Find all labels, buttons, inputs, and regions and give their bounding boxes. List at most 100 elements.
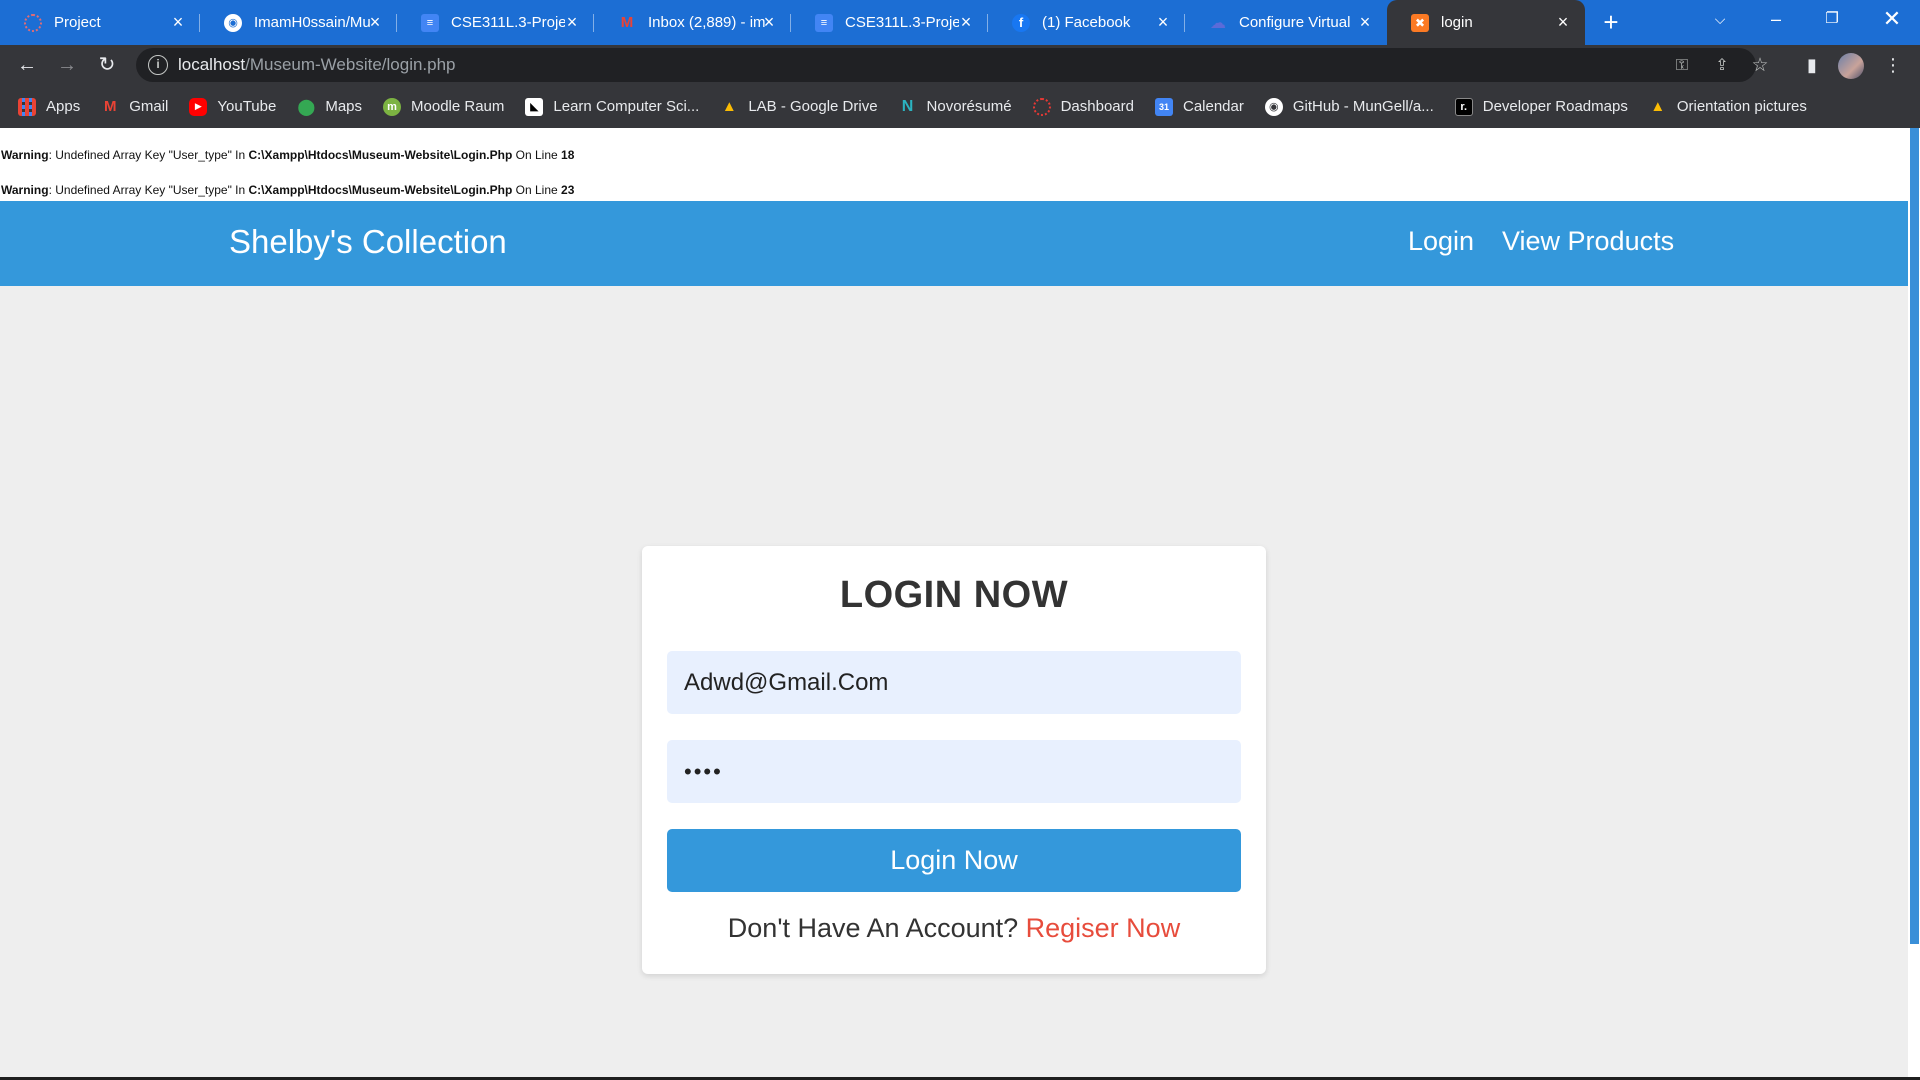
browser-toolbar: ← → ↻ i localhost/Museum-Website/login.p…: [0, 45, 1920, 85]
google-docs-icon: ≡: [815, 13, 833, 32]
site-logo[interactable]: Shelby's Collection: [229, 223, 507, 261]
address-bar[interactable]: i localhost/Museum-Website/login.php ⚿ ⇪…: [136, 48, 1769, 82]
bookmark-apps[interactable]: Apps: [18, 97, 80, 116]
novoresume-icon: N: [901, 97, 914, 115]
close-icon[interactable]: ×: [166, 10, 190, 34]
back-icon[interactable]: ←: [12, 50, 42, 80]
tab-label: login: [1441, 14, 1473, 31]
bookmark-label: Developer Roadmaps: [1482, 98, 1628, 115]
close-icon[interactable]: ×: [1151, 10, 1175, 34]
close-icon[interactable]: ×: [1353, 10, 1377, 34]
bookmark-dashboard[interactable]: Dashboard: [1032, 97, 1134, 116]
warning-label: Warning: [1, 148, 49, 162]
page-scrollbar[interactable]: [1908, 128, 1920, 1077]
register-prompt: Don't Have An Account? Regiser Now: [642, 913, 1266, 944]
close-icon[interactable]: ×: [560, 10, 584, 34]
apps-grid-icon: [18, 97, 36, 116]
bookmark-label: Moodle Raum: [411, 98, 505, 115]
register-link[interactable]: Regiser Now: [1026, 913, 1181, 943]
key-icon[interactable]: ⚿: [1669, 53, 1695, 79]
form-title: LOGIN NOW: [839, 574, 1069, 616]
warning-line: 18: [561, 148, 575, 162]
bookmark-label: Maps: [325, 98, 363, 115]
avatar[interactable]: [1838, 53, 1864, 79]
bookmark-label: LAB - Google Drive: [748, 98, 878, 115]
tab-1[interactable]: ◉ ImamH0ssain/Mu ×: [200, 0, 397, 45]
bookmark-moodle[interactable]: m Moodle Raum: [383, 97, 505, 116]
bookmark-maps[interactable]: ⬤ Maps: [297, 98, 362, 116]
tab-label: Configure Virtual: [1239, 14, 1351, 31]
bookmark-roadmaps[interactable]: r. Developer Roadmaps: [1454, 97, 1628, 116]
share-icon[interactable]: ⇪: [1709, 53, 1735, 79]
google-drive-icon: ▲: [721, 98, 737, 115]
restore-icon[interactable]: ❐: [1804, 0, 1860, 40]
url-path: /Museum-Website/login.php: [245, 55, 456, 74]
close-window-icon[interactable]: ✕: [1864, 0, 1920, 40]
scrollbar-thumb[interactable]: [1910, 128, 1919, 944]
email-field[interactable]: [667, 651, 1241, 714]
tab-label: CSE311L.3-Projec: [451, 14, 565, 31]
minimize-icon[interactable]: –: [1748, 0, 1804, 40]
tab-4[interactable]: ≡ CSE311L.3-Projec ×: [791, 0, 988, 45]
close-icon[interactable]: ×: [757, 10, 781, 34]
url-text[interactable]: localhost/Museum-Website/login.php: [178, 55, 456, 75]
tab-7-active[interactable]: ✖ login ×: [1387, 0, 1585, 45]
tab-label: Project: [54, 14, 101, 31]
close-icon[interactable]: ×: [954, 10, 978, 34]
bookmark-label: Orientation pictures: [1676, 98, 1807, 115]
tab-label: (1) Facebook: [1042, 14, 1131, 31]
xampp-icon: ✖: [1411, 13, 1429, 32]
gmail-icon: M: [620, 14, 634, 31]
bookmark-youtube[interactable]: ▶ YouTube: [189, 97, 276, 116]
bookmarks-bar: Apps M Gmail ▶ YouTube ⬤ Maps m Moodle R…: [0, 85, 1920, 128]
php-warning: Warning: Undefined Array Key "User_type"…: [1, 148, 574, 162]
site-info-icon[interactable]: i: [148, 55, 168, 75]
google-docs-icon: ≡: [421, 13, 439, 32]
google-drive-icon: ▲: [1650, 98, 1666, 115]
php-warnings: Warning: Undefined Array Key "User_type"…: [0, 128, 1908, 201]
login-form: LOGIN NOW Login Now Don't Have An Accoun…: [642, 546, 1266, 974]
side-panel-icon[interactable]: ▮: [1797, 50, 1827, 80]
bookmark-calendar[interactable]: 31 Calendar: [1154, 97, 1244, 116]
bookmark-label: Dashboard: [1060, 98, 1134, 115]
bookmark-label: Novorésumé: [926, 98, 1012, 115]
login-button[interactable]: Login Now: [667, 829, 1241, 892]
reload-icon[interactable]: ↻: [92, 50, 122, 80]
url-host: localhost: [178, 55, 246, 74]
site-header: Shelby's Collection Login View Products: [0, 201, 1908, 286]
tab-2[interactable]: ≡ CSE311L.3-Projec ×: [397, 0, 594, 45]
bookmark-novoresume[interactable]: N Novorésumé: [899, 98, 1012, 116]
tab-label: Inbox (2,889) - im: [648, 14, 766, 31]
menu-icon[interactable]: ⋮: [1878, 50, 1908, 80]
close-icon[interactable]: ×: [363, 10, 387, 34]
bookmark-github[interactable]: ◉ GitHub - MunGell/a...: [1264, 97, 1434, 116]
bookmark-gmail[interactable]: M Gmail: [101, 98, 168, 116]
password-field[interactable]: [667, 740, 1241, 803]
tab-5[interactable]: f (1) Facebook ×: [988, 0, 1185, 45]
warning-line: 23: [561, 183, 575, 197]
tab-6[interactable]: ☁ Configure Virtual ×: [1185, 0, 1387, 45]
warning-message: : Undefined Array Key "User_type" In: [48, 148, 249, 162]
project-icon: [24, 13, 42, 32]
forward-icon[interactable]: →: [52, 50, 82, 80]
maps-pin-icon: ⬤: [297, 98, 316, 116]
tab-label: ImamH0ssain/Mu: [254, 14, 371, 31]
register-prompt-text: Don't Have An Account?: [727, 913, 1026, 943]
bookmark-learn-cs[interactable]: ◣ Learn Computer Sci...: [525, 97, 700, 116]
bookmark-orientation[interactable]: ▲ Orientation pictures: [1649, 98, 1807, 116]
tab-strip: Project × ◉ ImamH0ssain/Mu × ≡ CSE311L.3…: [0, 0, 1920, 45]
tab-search-icon[interactable]: ⌵: [1692, 0, 1748, 40]
bookmark-label: Gmail: [129, 98, 169, 115]
tab-0[interactable]: Project ×: [0, 0, 200, 45]
dashboard-icon: [1032, 97, 1051, 116]
bookmark-star-icon[interactable]: ☆: [1747, 53, 1773, 79]
php-warning: Warning: Undefined Array Key "User_type"…: [1, 183, 574, 197]
nav-login-link[interactable]: Login: [1408, 226, 1474, 257]
bookmark-label: Learn Computer Sci...: [553, 98, 700, 115]
nav-view-products-link[interactable]: View Products: [1502, 226, 1674, 257]
new-tab-button[interactable]: +: [1596, 8, 1626, 38]
close-icon[interactable]: ×: [1551, 10, 1575, 34]
tab-3[interactable]: M Inbox (2,889) - im ×: [594, 0, 791, 45]
github-icon: ◉: [224, 13, 242, 32]
bookmark-lab-drive[interactable]: ▲ LAB - Google Drive: [720, 98, 878, 116]
